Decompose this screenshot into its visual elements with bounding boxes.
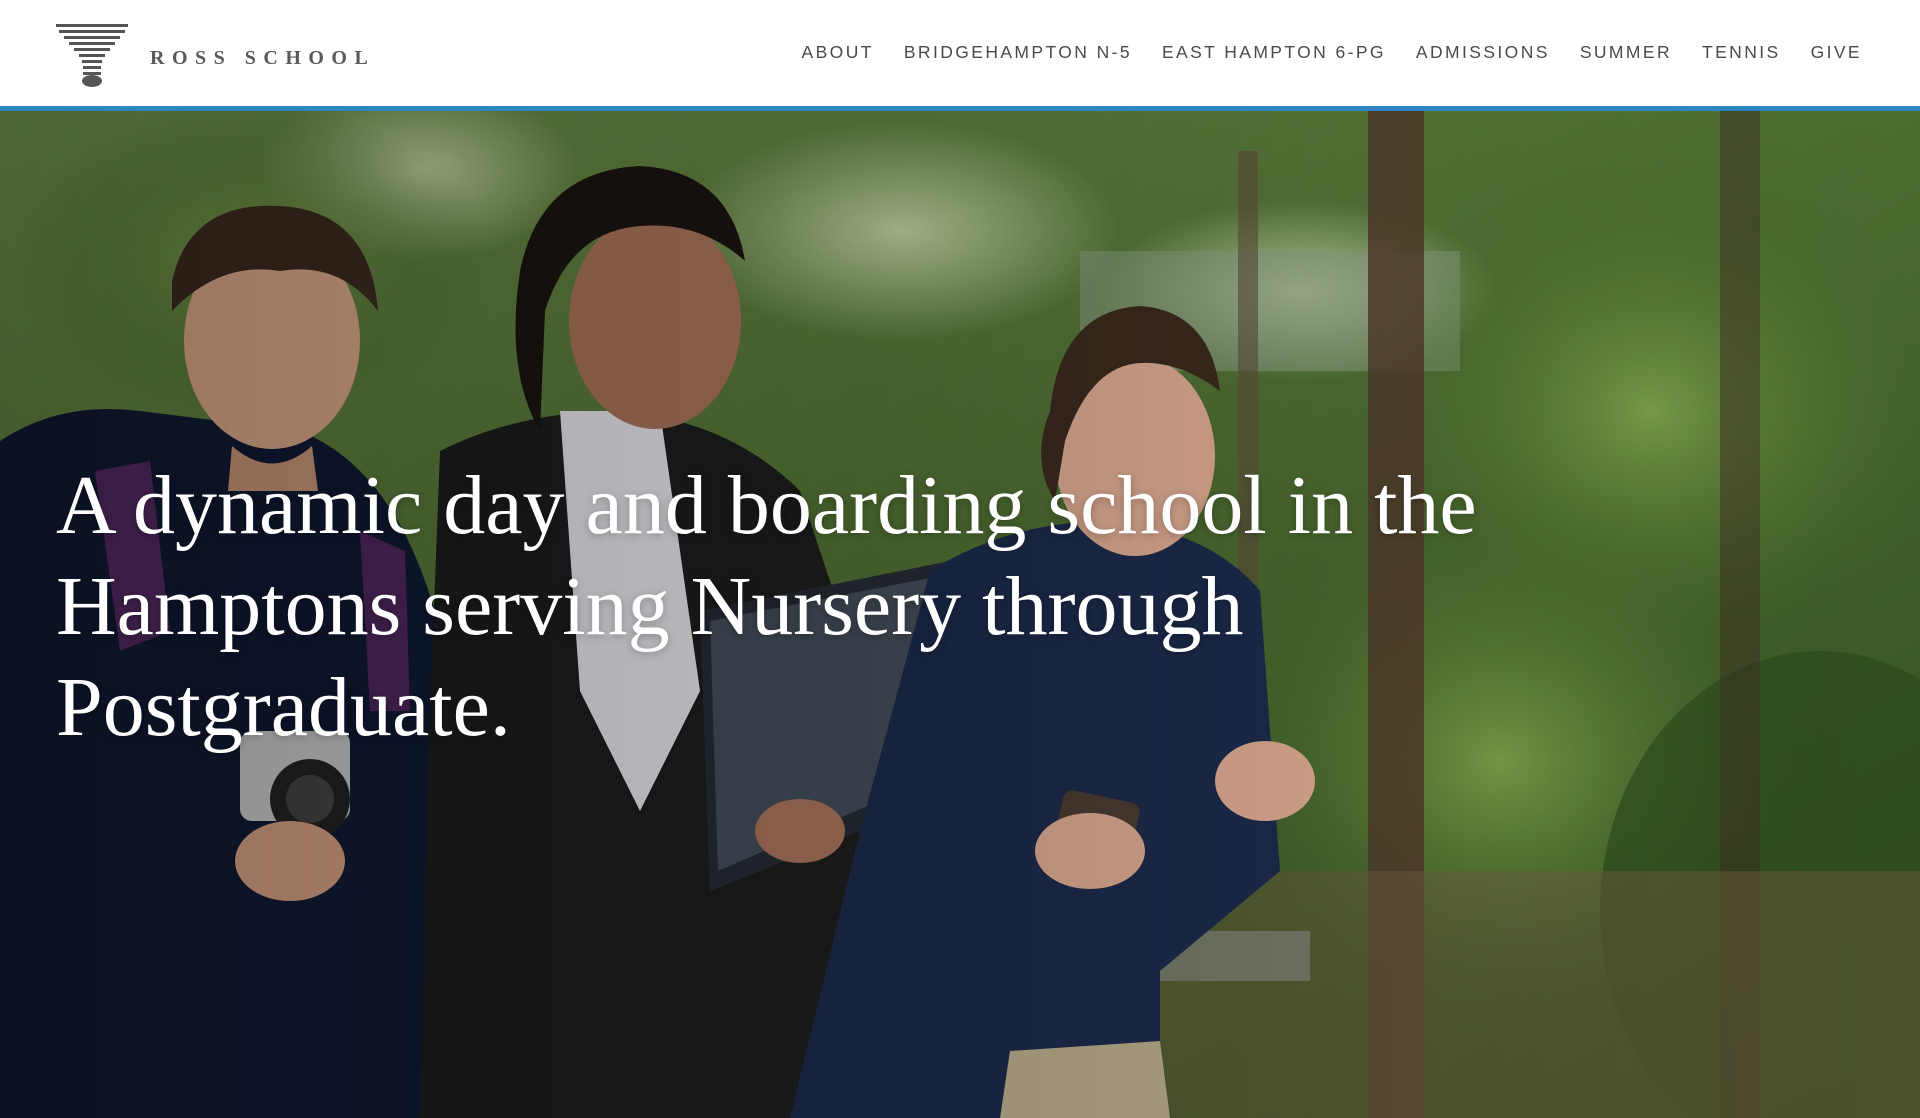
logo-text: ROSS SCHOOL [150,46,376,69]
nav-item-give[interactable]: GIVE [1811,40,1862,64]
ross-school-logo-icon [56,24,128,87]
nav-item-summer[interactable]: SUMMER [1580,40,1672,64]
nav-item-bridgehampton[interactable]: BRIDGEHAMPTON N-5 [904,40,1132,64]
main-nav: ABOUT BRIDGEHAMPTON N-5 EAST HAMPTON 6-P… [802,40,1862,64]
nav-item-east-hampton[interactable]: EAST HAMPTON 6-PG [1162,40,1386,64]
site-header: ROSS SCHOOL ABOUT BRIDGEHAMPTON N-5 EAST… [0,0,1920,106]
nav-item-tennis[interactable]: TENNIS [1702,40,1781,64]
logo-link[interactable]: ROSS SCHOOL [56,24,375,88]
hero-section: A dynamic day and boarding school in the… [0,111,1920,1118]
nav-item-admissions[interactable]: ADMISSIONS [1416,40,1550,64]
hero-headline: A dynamic day and boarding school in the… [56,459,1477,754]
nav-item-about[interactable]: ABOUT [802,40,874,64]
